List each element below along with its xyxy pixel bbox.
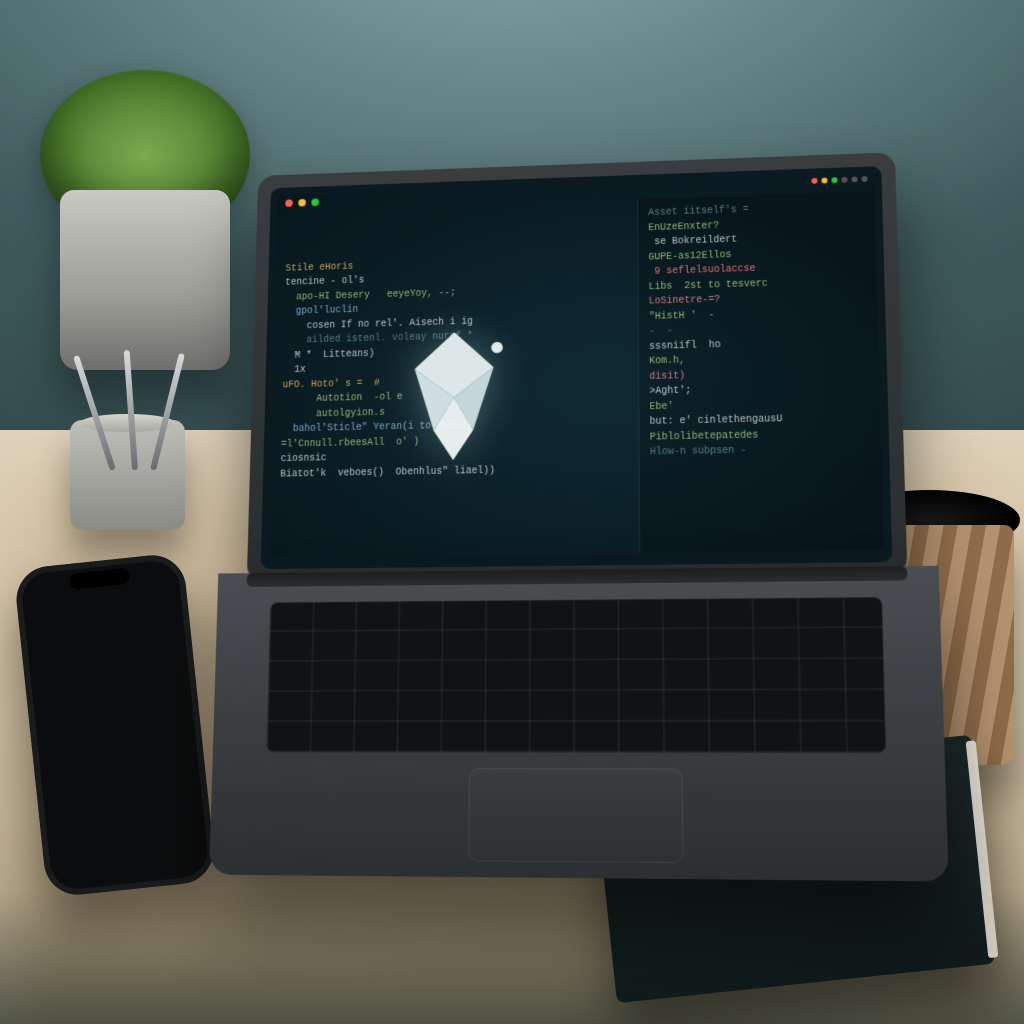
- plant-pot: [60, 190, 230, 370]
- close-icon[interactable]: [811, 178, 817, 184]
- editor-split: Stile eHoristencine - ol's apo-HI Desery…: [269, 191, 884, 557]
- dot-icon: [851, 176, 857, 182]
- pen: [73, 355, 116, 471]
- secondary-window-controls: [811, 176, 867, 184]
- laptop-deck: [209, 566, 949, 882]
- laptop-lid: Stile eHoristencine - ol's apo-HI Desery…: [247, 152, 908, 583]
- terminal-output-pane[interactable]: Asset iitself's = EnUzeEnxter? se Bokrei…: [638, 191, 883, 553]
- dot-icon: [841, 177, 847, 183]
- code-editor-window[interactable]: Stile eHoristencine - ol's apo-HI Desery…: [269, 174, 884, 557]
- smartphone: [13, 552, 217, 898]
- source-editor-pane[interactable]: Stile eHoristencine - ol's apo-HI Desery…: [269, 199, 641, 557]
- keyboard[interactable]: [266, 597, 886, 753]
- zoom-icon[interactable]: [311, 198, 319, 206]
- zoom-icon[interactable]: [831, 177, 837, 183]
- trackpad[interactable]: [468, 768, 683, 863]
- pen: [150, 353, 185, 471]
- desk-scene: Stile eHoristencine - ol's apo-HI Desery…: [0, 0, 1024, 1024]
- close-icon[interactable]: [285, 199, 293, 207]
- dot-icon: [861, 176, 867, 182]
- pen-cup: [70, 420, 185, 530]
- code-line: Hlow-n subpsen -: [650, 441, 871, 460]
- minimize-icon[interactable]: [298, 199, 306, 207]
- laptop: Stile eHoristencine - ol's apo-HI Desery…: [199, 151, 959, 882]
- minimize-icon[interactable]: [821, 178, 827, 184]
